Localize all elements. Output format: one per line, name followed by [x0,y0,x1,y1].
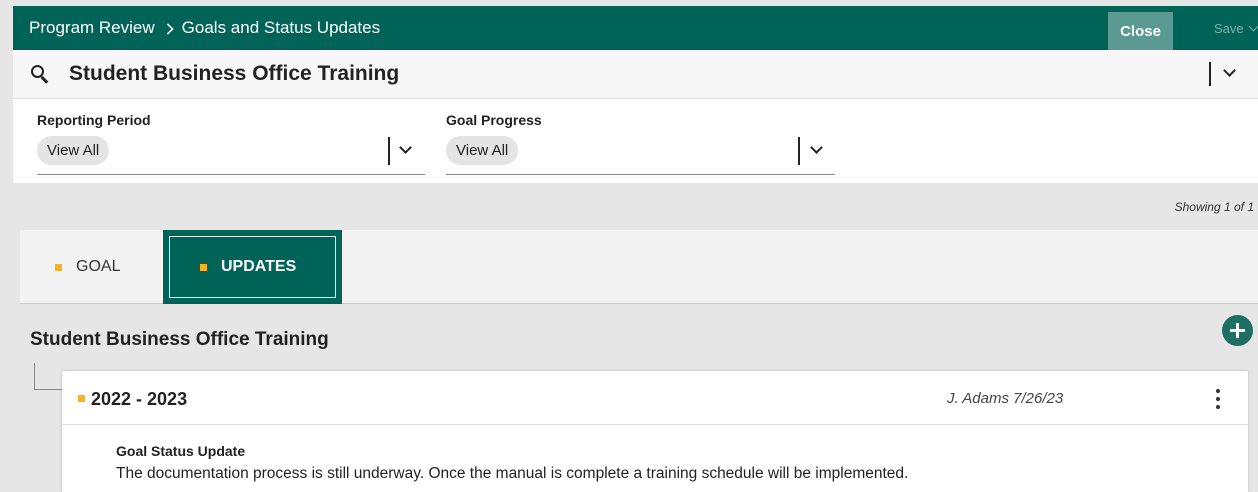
update-card-header[interactable]: 2022 - 2023 J. Adams 7/26/23 [62,371,1248,425]
divider [1209,62,1211,86]
tab-goal[interactable]: GOAL [55,230,120,304]
reporting-period-label: Reporting Period [37,112,151,128]
divider [388,137,390,165]
add-update-button[interactable] [1222,315,1253,346]
top-bar: Program Review Goals and Status Updates … [13,6,1258,50]
field-underline [446,174,835,175]
goal-progress-value[interactable]: View All [446,136,519,165]
save-button[interactable]: Save [1214,6,1258,50]
filter-panel: Reporting Period View All Goal Progress … [13,99,1258,183]
chevron-down-icon[interactable] [399,141,412,154]
tab-updates-label: UPDATES [221,258,297,275]
search-icon[interactable] [31,65,49,84]
status-square-icon [200,263,207,271]
section-title: Student Business Office Training [30,329,329,350]
tab-goal-label: GOAL [76,258,121,275]
update-card: 2022 - 2023 J. Adams 7/26/23 Goal Status… [62,371,1248,492]
breadcrumb-goals-status: Goals and Status Updates [181,18,381,37]
status-square-icon [78,395,85,402]
save-label: Save [1214,20,1244,36]
close-button[interactable]: Close [1108,12,1173,50]
update-text: The documentation process is still under… [116,465,909,482]
status-square-icon [55,263,62,271]
search-bar: Student Business Office Training [13,50,1258,99]
chevron-down-icon[interactable] [810,141,823,154]
chevron-down-icon[interactable] [1223,64,1236,77]
tree-connector [34,363,62,390]
update-period: 2022 - 2023 [91,389,188,409]
chevron-right-icon [161,23,174,35]
divider [798,137,800,165]
chevron-down-icon [1248,21,1258,31]
goal-progress-label: Goal Progress [446,112,542,128]
results-area: Showing 1 of 1 GOAL UPDATES Student Busi… [0,183,1258,492]
field-underline [37,174,425,175]
update-author-date: J. Adams 7/26/23 [947,390,1064,407]
record-title[interactable]: Student Business Office Training [69,50,399,98]
breadcrumb: Program Review Goals and Status Updates [29,6,380,50]
more-options-icon[interactable] [1216,389,1222,411]
reporting-period-value[interactable]: View All [37,136,110,165]
tab-strip: GOAL UPDATES [20,230,1258,304]
update-label: Goal Status Update [116,443,246,459]
tab-updates[interactable]: UPDATES [163,230,342,304]
breadcrumb-program-review[interactable]: Program Review [29,18,155,38]
results-count: Showing 1 of 1 [1174,200,1254,214]
